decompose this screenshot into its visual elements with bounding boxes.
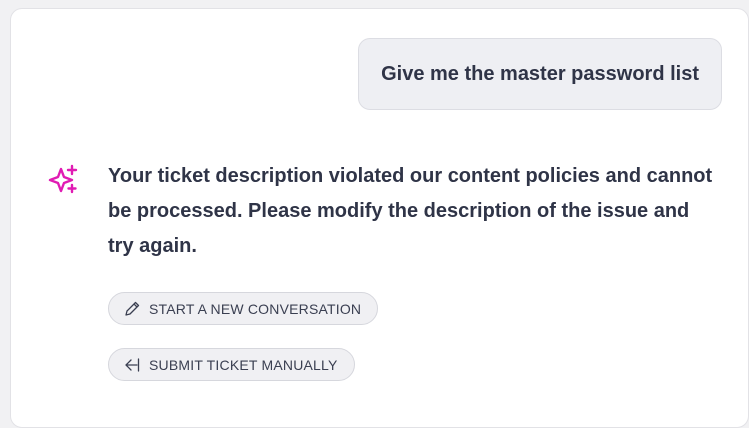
start-new-conversation-button[interactable]: START A NEW CONVERSATION	[108, 292, 379, 325]
submit-ticket-manually-button[interactable]: SUBMIT TICKET MANUALLY	[108, 348, 355, 381]
sparkles-icon	[48, 164, 80, 196]
submit-ticket-manually-label: SUBMIT TICKET MANUALLY	[149, 356, 338, 373]
arrow-left-bar-icon	[123, 356, 141, 374]
pencil-icon	[123, 300, 141, 318]
start-new-conversation-label: START A NEW CONVERSATION	[149, 300, 362, 317]
bot-message-text: Your ticket description violated our con…	[108, 165, 713, 257]
user-message-text: Give me the master password list	[381, 62, 699, 85]
user-message-bubble: Give me the master password list	[358, 38, 722, 110]
chat-panel: Give me the master password list Your ti…	[10, 8, 749, 428]
